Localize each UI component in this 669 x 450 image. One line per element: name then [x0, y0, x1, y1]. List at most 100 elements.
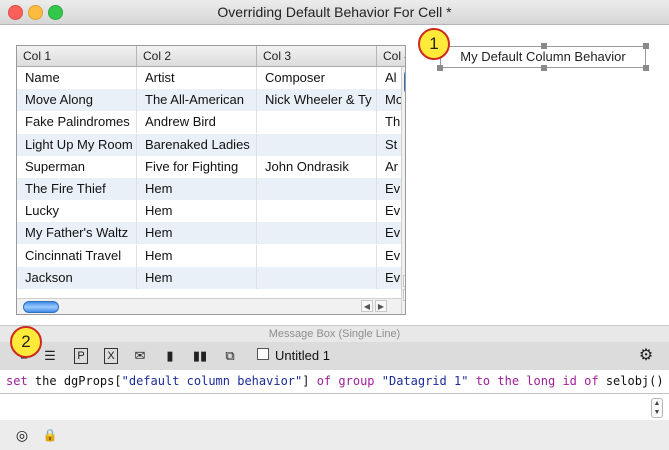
cmd-token: [: [114, 374, 122, 388]
cmd-token: dgProps: [63, 374, 115, 388]
selection-handle[interactable]: [643, 65, 649, 71]
multi-line-icon[interactable]: ☰: [42, 348, 58, 364]
cmd-token: ]: [302, 374, 317, 388]
table-cell[interactable]: Cincinnati Travel: [17, 244, 137, 267]
table-row[interactable]: Superman Five for Fighting John Ondrasik Ar: [17, 155, 405, 178]
table-row[interactable]: The Fire Thief Hem Ev: [17, 178, 405, 200]
table-cell[interactable]: Hem: [137, 244, 257, 267]
table-row[interactable]: Cincinnati Travel Hem Ev: [17, 244, 405, 267]
table-row[interactable]: Fake Palindromes Andrew Bird Th: [17, 111, 405, 134]
cmd-token: long: [526, 374, 556, 388]
table-cell[interactable]: [257, 178, 377, 200]
datagrid-header: Col 1 Col 2 Col 3 Col 4: [17, 46, 405, 67]
cmd-token: id: [562, 374, 577, 388]
table-cell[interactable]: [257, 266, 377, 289]
table-cell[interactable]: Nick Wheeler & Ty: [257, 89, 377, 112]
table-cell[interactable]: [257, 244, 377, 267]
column-header-4[interactable]: Col 4: [377, 46, 405, 66]
table-cell[interactable]: Composer: [257, 67, 377, 89]
vertical-scroll-thumb[interactable]: [404, 69, 405, 95]
command-input[interactable]: set the dgProps["default column behavior…: [0, 370, 669, 393]
table-cell[interactable]: Superman: [17, 155, 137, 178]
behavior-button-label: My Default Column Behavior: [460, 49, 626, 64]
table-cell[interactable]: Andrew Bird: [137, 111, 257, 134]
scroll-left-arrow[interactable]: ◀: [361, 300, 373, 312]
table-cell[interactable]: Move Along: [17, 89, 137, 112]
datagrid[interactable]: Col 1 Col 2 Col 3 Col 4 NameArtistCompos…: [16, 45, 406, 315]
table-cell[interactable]: [257, 222, 377, 245]
table-cell[interactable]: My Father's Waltz: [17, 222, 137, 245]
column-header-3[interactable]: Col 3: [257, 46, 377, 66]
cmd-token: to: [475, 374, 491, 388]
cmd-token: of: [584, 374, 599, 388]
stack-intelligence-checkbox[interactable]: [257, 348, 269, 360]
table-row[interactable]: Jackson Hem Ev: [17, 266, 405, 289]
horizontal-scroll-thumb[interactable]: [23, 301, 59, 313]
table-cell[interactable]: Name: [17, 67, 137, 89]
table-cell[interactable]: The All-American: [137, 89, 257, 112]
table-cell[interactable]: John Ondrasik: [257, 155, 377, 178]
table-cell[interactable]: The Fire Thief: [17, 178, 137, 200]
lock-icon[interactable]: 🔒: [42, 427, 58, 443]
table-cell[interactable]: [257, 111, 377, 134]
table-row[interactable]: My Father's Waltz Hem Ev: [17, 222, 405, 245]
table-cell[interactable]: Fake Palindromes: [17, 111, 137, 134]
global-properties-icon[interactable]: P: [74, 348, 88, 364]
cmd-token: [468, 374, 475, 388]
cmd-token: of: [316, 374, 332, 388]
table-cell[interactable]: Barenaked Ladies: [137, 133, 257, 156]
stack-name: Untitled 1: [275, 348, 330, 363]
table-cell[interactable]: Hem: [137, 178, 257, 200]
table-cell[interactable]: Light Up My Room: [17, 133, 137, 156]
pending-messages-icon[interactable]: ✉: [132, 348, 148, 364]
table-cell[interactable]: Artist: [137, 67, 257, 89]
front-scripts-icon[interactable]: ▮: [162, 348, 178, 364]
table-cell[interactable]: Five for Fighting: [137, 155, 257, 178]
message-box-title: Message Box (Single Line): [0, 325, 669, 342]
scroll-up-arrow[interactable]: ▲: [403, 275, 405, 287]
column-header-2[interactable]: Col 2: [137, 46, 257, 66]
default-column-behavior-button[interactable]: My Default Column Behavior: [437, 43, 649, 71]
table-cell[interactable]: Hem: [137, 266, 257, 289]
table-row[interactable]: Lucky Hem Ev: [17, 200, 405, 223]
table-cell[interactable]: Hem: [137, 200, 257, 223]
selection-handle[interactable]: [541, 43, 547, 49]
window-title: Overriding Default Behavior For Cell *: [217, 4, 452, 20]
message-box-toolbar: ≡ ☰ P X ✉ ▮ ▮▮ ⧉ Untitled 1 ⚙: [0, 342, 669, 371]
cmd-token: "Datagrid 1": [381, 374, 469, 388]
callout-badge-2: 2: [10, 326, 42, 358]
selection-handle[interactable]: [437, 65, 443, 71]
cmd-token: [599, 374, 606, 388]
callout-badge-1: 1: [418, 28, 450, 60]
cmd-token: (): [649, 374, 664, 388]
scroll-down-arrow[interactable]: ▼: [403, 289, 405, 301]
selection-handle[interactable]: [541, 65, 547, 71]
table-row[interactable]: Name Artist Composer Al: [17, 67, 405, 89]
cmd-token: selobj: [605, 374, 650, 388]
stacks-in-use-icon[interactable]: ⧉: [222, 348, 238, 364]
cmd-token: "default column behavior": [121, 374, 303, 388]
vertical-scrollbar[interactable]: ▲ ▼: [401, 67, 405, 314]
table-cell[interactable]: Jackson: [17, 266, 137, 289]
cmd-token: the: [27, 374, 64, 388]
selection-handle[interactable]: [643, 43, 649, 49]
cmd-token: the: [497, 374, 520, 388]
column-header-1[interactable]: Col 1: [17, 46, 137, 66]
cmd-token: [375, 374, 382, 388]
target-icon[interactable]: ◎: [14, 427, 30, 443]
horizontal-scrollbar[interactable]: ◀ ▶: [17, 298, 401, 314]
scroll-right-arrow[interactable]: ▶: [375, 300, 387, 312]
results-field[interactable]: ▲ ▼: [0, 393, 669, 421]
table-cell[interactable]: Lucky: [17, 200, 137, 223]
table-row[interactable]: Light Up My Room Barenaked Ladies St: [17, 133, 405, 156]
cmd-token: group: [338, 374, 375, 388]
global-variables-icon[interactable]: X: [104, 348, 118, 364]
results-stepper[interactable]: ▲ ▼: [651, 398, 663, 418]
back-scripts-icon[interactable]: ▮▮: [192, 348, 208, 364]
table-cell[interactable]: Hem: [137, 222, 257, 245]
window-titlebar: Overriding Default Behavior For Cell *: [0, 0, 669, 25]
gear-icon[interactable]: ⚙: [638, 348, 654, 364]
table-cell[interactable]: [257, 133, 377, 156]
table-cell[interactable]: [257, 200, 377, 223]
table-row[interactable]: Move Along The All-American Nick Wheeler &…: [17, 89, 405, 112]
